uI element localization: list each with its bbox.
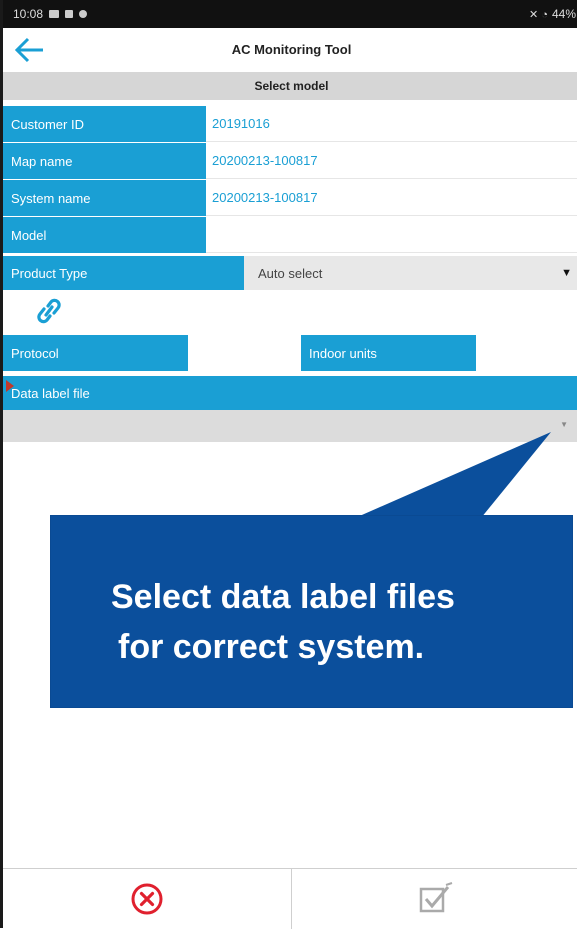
status-bar: 10:08 ✕ ◔ 44% [3,0,577,28]
link-row [3,290,577,330]
battery-level: 44% [551,7,576,21]
customer-id-row: Customer ID 20191016 [3,106,577,142]
product-type-label: Product Type [3,256,244,290]
product-type-selected: Auto select [258,265,323,281]
customer-id-label: Customer ID [3,106,206,142]
dropdown-arrow-icon: ▼ [561,267,572,279]
app-title: AC Monitoring Tool [231,42,352,57]
device-frame: 10:08 ✕ ◔ 44% AC Monitoring Tool Select … [0,0,577,929]
signal-icon: ✕ ◔ [529,8,548,21]
cancel-button[interactable] [3,869,291,929]
data-label-file-label: Data label file [3,376,577,410]
confirm-button[interactable] [291,869,577,929]
protocol-field[interactable] [188,335,301,371]
map-name-field[interactable]: 20200213-100817 [206,143,577,179]
callout-line-1: Select data label files [111,578,455,616]
map-name-row: Map name 20200213-100817 [3,143,577,179]
system-name-label: System name [3,180,206,216]
model-row: Model [3,217,577,253]
data-label-file-select[interactable]: ▼ [3,410,577,442]
system-name-row: System name 20200213-100817 [3,180,577,216]
indoor-units-field[interactable] [476,335,577,371]
model-field[interactable] [206,217,577,253]
checkbox-edit-icon [419,882,453,913]
protocol-row: Protocol Indoor units [3,335,577,371]
callout-text: Select data label files for correct syst… [63,572,563,672]
product-type-row: Product Type Auto select ▼ [3,256,577,290]
product-type-select[interactable]: Auto select ▼ [244,256,577,290]
app-bar: AC Monitoring Tool [3,28,577,72]
notification-icon [79,10,88,18]
map-name-label: Map name [3,143,206,179]
status-time: 10:08 [13,7,44,21]
protocol-label: Protocol [3,335,188,371]
system-name-field[interactable]: 20200213-100817 [206,180,577,216]
select-model-header: Select model [3,72,577,100]
customer-id-field[interactable]: 20191016 [206,106,577,142]
bottom-action-bar [3,868,577,929]
callout-line-2: for correct system. [118,628,425,666]
play-icon [65,10,74,18]
model-label: Model [3,217,206,253]
link-icon[interactable] [33,296,65,326]
close-circle-icon [131,883,163,915]
pointer-marker [6,380,14,392]
dropdown-arrow-icon: ▼ [560,420,568,429]
gallery-icon [49,10,60,18]
indoor-units-label: Indoor units [301,335,476,371]
